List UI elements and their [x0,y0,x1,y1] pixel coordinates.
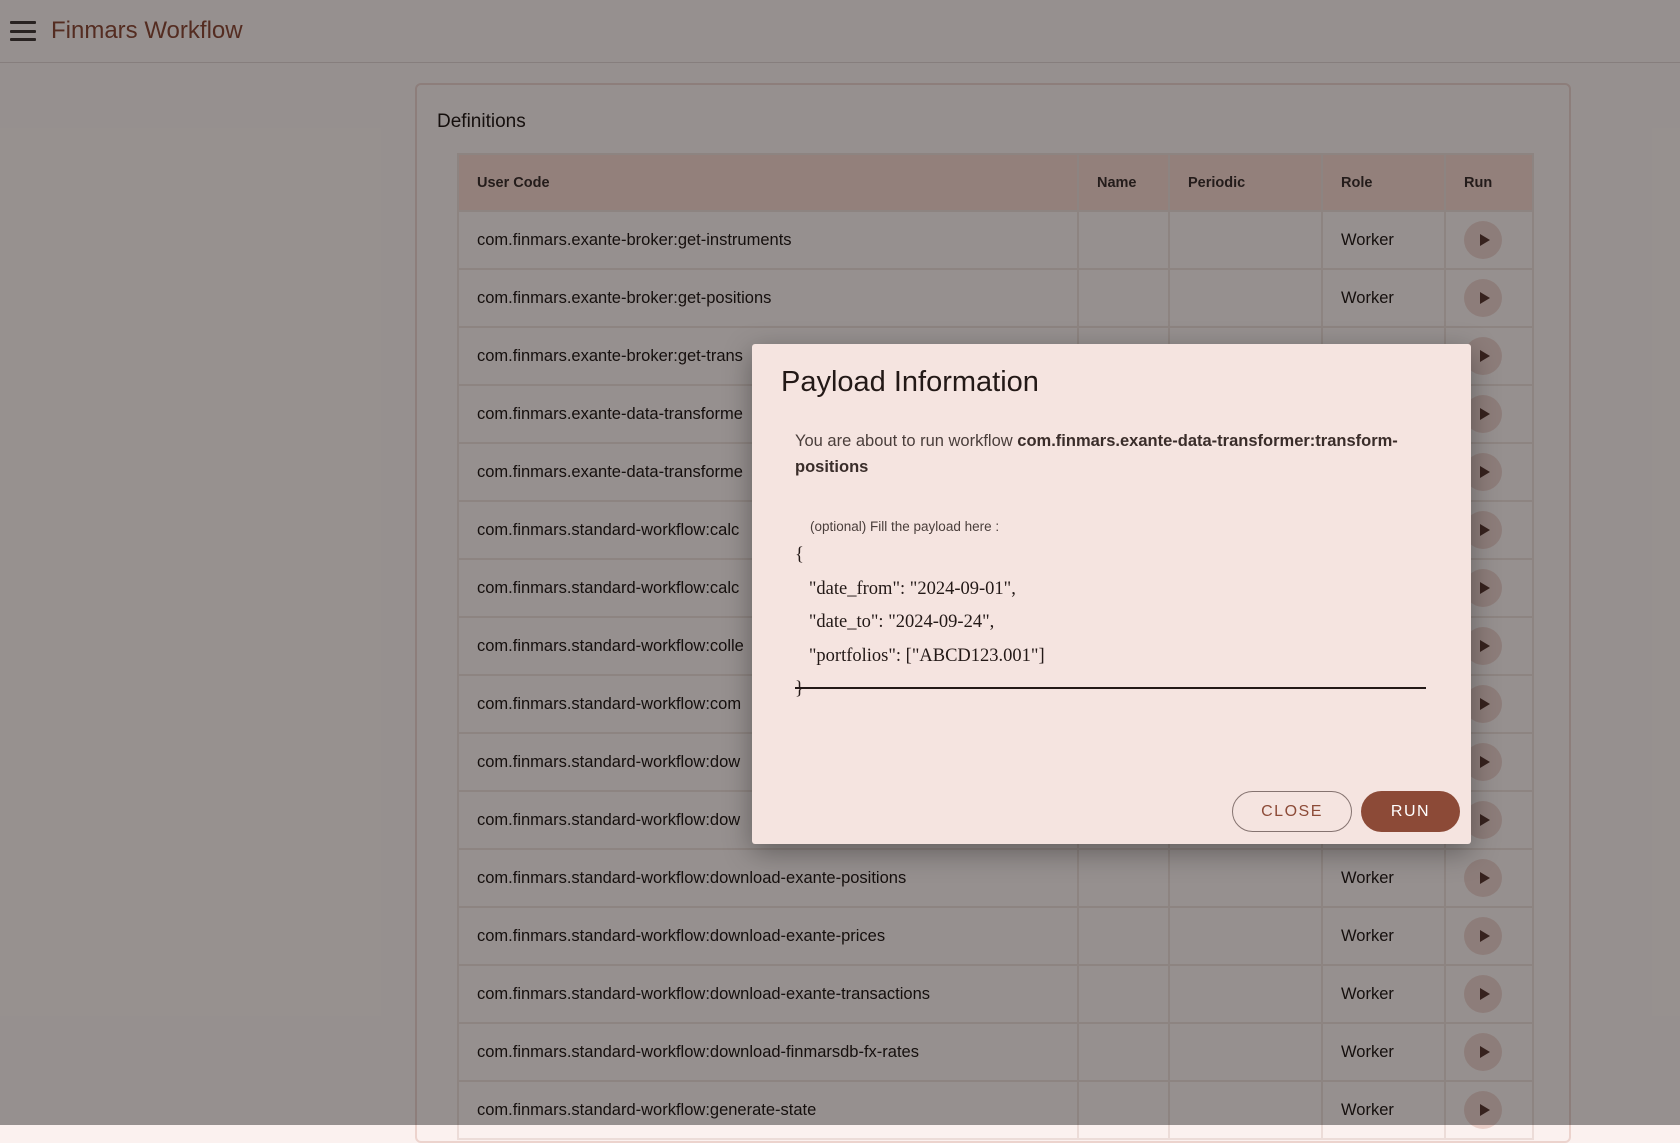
close-button[interactable]: CLOSE [1232,791,1352,832]
payload-textarea[interactable]: { "date_from": "2024-09-01", "date_to": … [795,539,1426,699]
dialog-message-prefix: You are about to run workflow [795,432,1018,450]
dialog-title: Payload Information [781,366,1039,398]
dialog-message: You are about to run workflow com.finmar… [795,428,1415,480]
run-button[interactable]: RUN [1361,791,1460,832]
payload-dialog: Payload Information You are about to run… [752,344,1471,844]
payload-field-label: (optional) Fill the payload here : [810,519,1000,534]
